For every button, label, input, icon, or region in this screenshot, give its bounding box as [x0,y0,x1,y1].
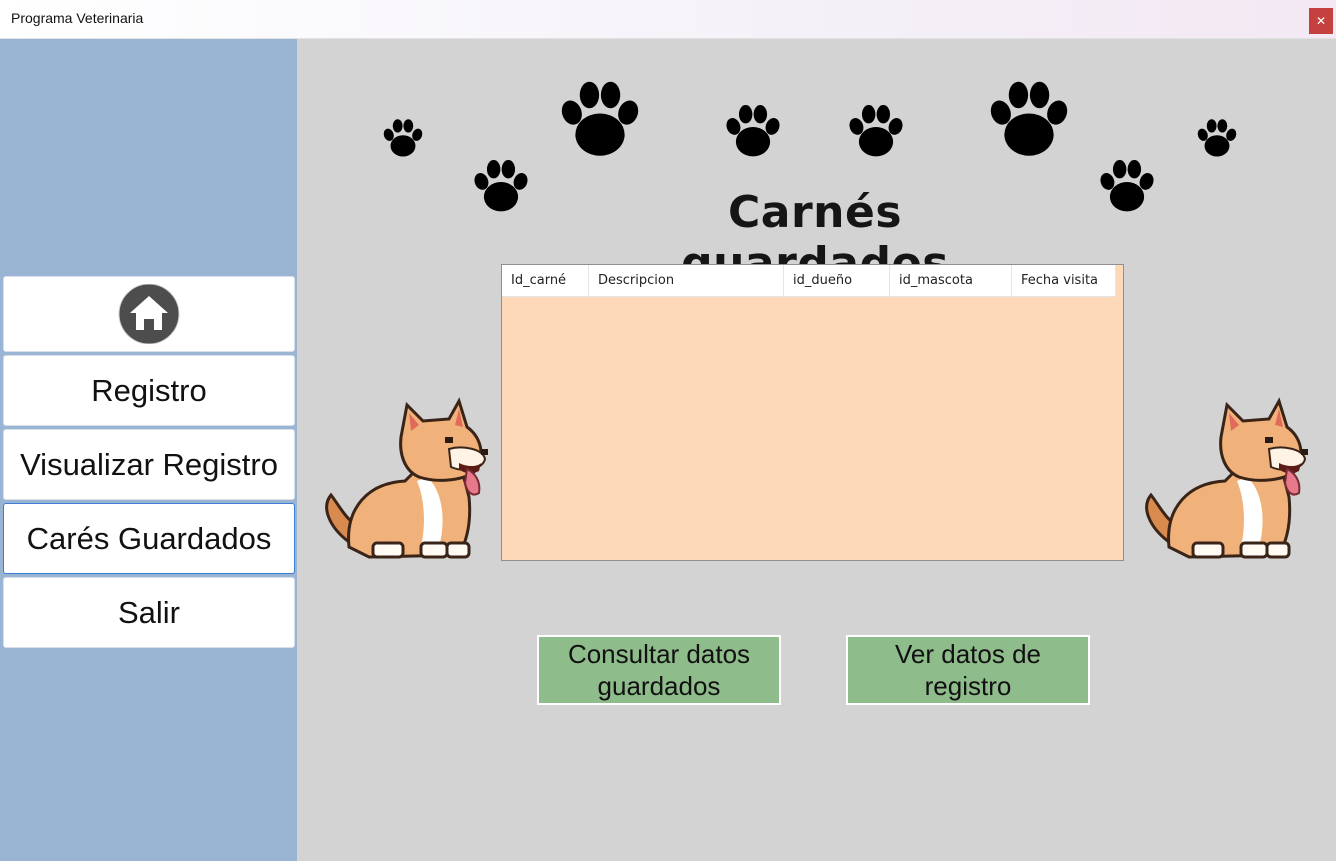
column-header-fecha-visita[interactable]: Fecha visita [1012,265,1116,296]
paw-print-icon [558,81,642,156]
sidebar-item-salir[interactable]: Salir [3,577,295,648]
home-icon [118,284,180,344]
close-icon: ✕ [1315,14,1327,28]
paw-print-icon [987,81,1071,156]
column-header-descripcion[interactable]: Descripcion [589,265,784,296]
sidebar-item-label: Salir [117,594,180,630]
table-header: Id_carné Descripcion id_dueño id_mascota… [502,265,1116,297]
paw-print-icon [382,119,424,157]
sidebar-item-label: Carés Guardados [26,520,272,556]
paw-print-icon [472,160,530,212]
shiba-dog-illustration [325,399,490,559]
column-header-id-mascota[interactable]: id_mascota [890,265,1012,296]
paw-print-icon [847,105,905,157]
sidebar-item-visualizar-registro[interactable]: Visualizar Registro [3,429,295,500]
title-bar: Programa Veterinaria ✕ [0,0,1336,39]
consultar-datos-label: Consultar datos guardados [567,639,751,701]
ver-datos-label: Ver datos de registro [895,639,1041,701]
consultar-datos-button[interactable]: Consultar datos guardados [537,635,781,705]
sidebar-item-registro[interactable]: Registro [3,355,295,426]
carnes-table[interactable]: Id_carné Descripcion id_dueño id_mascota… [501,264,1124,561]
ver-datos-registro-button[interactable]: Ver datos de registro [846,635,1090,705]
paw-print-icon [724,105,782,157]
close-button[interactable]: ✕ [1309,8,1333,34]
sidebar-item-cares-guardados[interactable]: Carés Guardados [3,503,295,574]
sidebar-item-label: Registro [91,372,207,408]
sidebar-item-label: Visualizar Registro [20,446,278,482]
sidebar: Registro Visualizar Registro Carés Guard… [0,39,297,861]
main-content: Carnés guardados Id_carné Descripcion id… [297,39,1336,861]
paw-print-icon [1196,119,1238,157]
window-title: Programa Veterinaria [11,10,144,26]
home-button[interactable] [3,276,295,352]
column-header-id-carne[interactable]: Id_carné [502,265,589,296]
column-header-id-dueno[interactable]: id_dueño [784,265,890,296]
paw-print-icon [1098,160,1156,212]
shiba-dog-illustration [1145,399,1310,559]
